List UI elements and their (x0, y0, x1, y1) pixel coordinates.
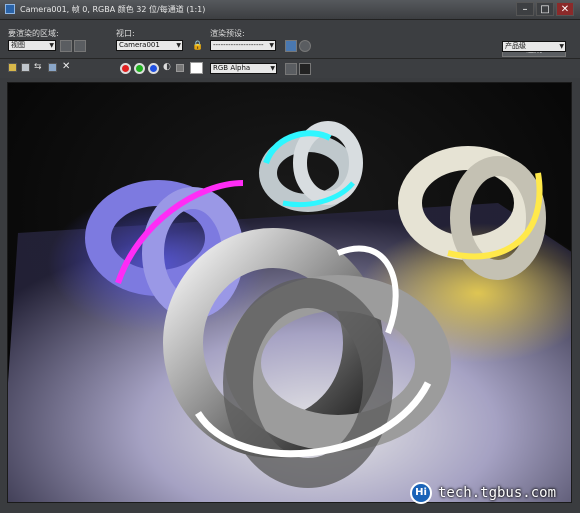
preset-load-icon[interactable] (299, 40, 311, 52)
clear-icon[interactable]: ✕ (62, 61, 70, 72)
chevron-down-icon: ▼ (49, 42, 54, 49)
color-swatch[interactable] (190, 62, 203, 74)
chevron-down-icon: ▼ (559, 43, 564, 50)
control-panel: 要渲染的区域: 视图 ▼ 视口: Camera001 ▼ 🔒 渲染预设: ---… (0, 20, 580, 78)
print-icon[interactable] (48, 63, 57, 72)
frame-icon[interactable] (299, 63, 311, 75)
preset-label: 渲染预设: (210, 29, 245, 38)
area-dropdown[interactable]: 视图 ▼ (8, 40, 56, 51)
channel-value: RGB Alpha (213, 64, 251, 72)
auto-region-icon[interactable] (74, 40, 86, 52)
area-value: 视图 (11, 41, 25, 49)
title-bar: Camera001, 帧 0, RGBA 颜色 32 位/每通道 (1:1) –… (0, 0, 580, 20)
divider (0, 58, 580, 59)
red-channel-toggle[interactable] (120, 63, 131, 74)
minimize-button[interactable]: – (516, 2, 534, 16)
half-circle-icon[interactable]: ◐ (163, 62, 171, 72)
watermark-text: tech.tgbus.com (438, 485, 557, 501)
chevron-down-icon: ▼ (176, 42, 181, 49)
viewport-label: 视口: (116, 29, 135, 38)
chevron-down-icon: ▼ (269, 42, 274, 49)
watermark-badge: Hi (410, 482, 432, 504)
preset-value: -------------------- (213, 41, 264, 49)
mono-icon[interactable] (176, 64, 184, 72)
preset-dropdown[interactable]: -------------------- ▼ (210, 40, 276, 51)
quality-value: 产品级 (505, 42, 526, 50)
maximize-button[interactable]: □ (536, 2, 554, 16)
quality-dropdown[interactable]: 产品级 ▼ (502, 41, 566, 52)
window-title: Camera001, 帧 0, RGBA 颜色 32 位/每通道 (1:1) (20, 5, 206, 14)
channel-dropdown[interactable]: RGB Alpha ▼ (210, 63, 277, 74)
save-icon[interactable] (8, 63, 17, 72)
display-icon[interactable] (285, 63, 297, 75)
app-icon (5, 4, 15, 14)
area-label: 要渲染的区域: (8, 29, 59, 38)
clone-icon[interactable]: ⇆ (34, 62, 42, 72)
watermark: Hi tech.tgbus.com (410, 482, 580, 506)
viewport-value: Camera001 (119, 41, 160, 49)
lock-icon[interactable]: 🔒 (192, 41, 203, 51)
preset-save-icon[interactable] (285, 40, 297, 52)
green-channel-toggle[interactable] (134, 63, 145, 74)
copy-icon[interactable] (21, 63, 30, 72)
blue-channel-toggle[interactable] (148, 63, 159, 74)
render-viewport (7, 82, 572, 503)
rendered-image (8, 83, 571, 502)
viewport-dropdown[interactable]: Camera001 ▼ (116, 40, 183, 51)
region-edit-icon[interactable] (60, 40, 72, 52)
chevron-down-icon: ▼ (270, 65, 275, 72)
close-button[interactable]: ✕ (556, 2, 574, 16)
